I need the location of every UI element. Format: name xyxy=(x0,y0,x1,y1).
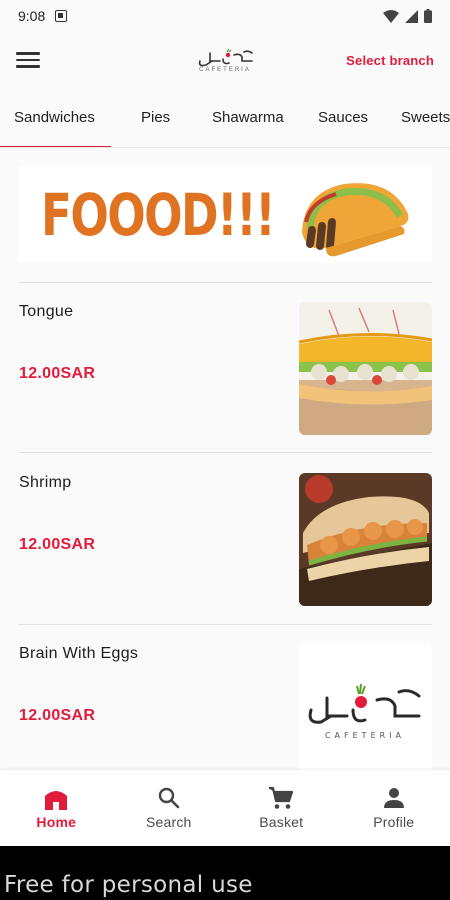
status-time: 9:08 xyxy=(18,8,46,24)
search-icon xyxy=(158,787,180,809)
notification-icon xyxy=(55,10,68,22)
brand-logo: CAFETERIA xyxy=(196,47,254,73)
tab-shawarma[interactable]: Shawarma xyxy=(212,88,284,147)
item-price: 12.00SAR xyxy=(19,536,96,553)
category-tabs: Sandwiches Pies Shawarma Sauces Sweets xyxy=(0,88,450,148)
nav-label: Basket xyxy=(259,814,304,830)
nav-label: Search xyxy=(145,814,192,830)
item-image: CAFETERIA xyxy=(299,644,432,770)
item-price: 12.00SAR xyxy=(19,365,96,382)
svg-text:CAFETERIA: CAFETERIA xyxy=(325,731,405,740)
banner-text: FOOOD!!! xyxy=(41,180,276,249)
person-icon xyxy=(383,788,404,808)
app-bar: CAFETERIA Select branch xyxy=(0,32,450,88)
nav-home[interactable]: Home xyxy=(0,770,113,846)
watermark-text: Free for personal use xyxy=(4,872,253,898)
shrimp-sandwich-image xyxy=(299,473,432,606)
item-image xyxy=(299,302,432,435)
item-name: Tongue xyxy=(19,303,74,320)
nav-search[interactable]: Search xyxy=(113,770,226,846)
wifi-icon xyxy=(383,9,399,23)
nav-profile[interactable]: Profile xyxy=(338,770,450,846)
menu-icon[interactable] xyxy=(16,48,40,72)
menu-item[interactable]: Tongue 12.00SAR xyxy=(19,282,432,452)
sandwich-image xyxy=(299,302,432,435)
tab-sandwiches[interactable]: Sandwiches xyxy=(0,88,111,147)
nav-label: Home xyxy=(36,814,77,830)
menu-item[interactable]: Shrimp 12.00SAR xyxy=(19,453,432,623)
menu-list: FOOOD!!! Tongue 12.00SAR Shrimp 12.00SAR… xyxy=(0,148,450,770)
menu-item[interactable]: Brain With Eggs 12.00SAR CAFETERIA xyxy=(19,624,432,770)
logo-subtitle: CAFETERIA xyxy=(199,67,251,73)
bottom-navigation: Home Search Basket Profile xyxy=(0,770,450,846)
status-icons xyxy=(383,9,432,23)
select-branch-button[interactable]: Select branch xyxy=(346,53,434,68)
logo-mark-icon xyxy=(198,48,253,67)
tab-sauces[interactable]: Sauces xyxy=(318,88,368,147)
tab-sweets[interactable]: Sweets xyxy=(401,88,450,147)
footer-bar: Free for personal use xyxy=(0,846,450,900)
nav-label: Profile xyxy=(373,814,415,830)
tab-pies[interactable]: Pies xyxy=(141,88,170,147)
taco-image xyxy=(302,183,409,257)
item-name: Brain With Eggs xyxy=(19,645,139,662)
cart-icon xyxy=(269,786,294,809)
signal-icon xyxy=(405,9,418,23)
item-image xyxy=(299,473,432,606)
promo-banner[interactable]: FOOOD!!! xyxy=(19,166,432,263)
item-name: Shrimp xyxy=(19,474,72,491)
battery-icon xyxy=(424,9,432,23)
item-price: 12.00SAR xyxy=(19,707,96,724)
nav-basket[interactable]: Basket xyxy=(225,770,338,846)
brand-logo-image: CAFETERIA xyxy=(299,644,432,770)
status-bar: 9:08 xyxy=(0,0,450,32)
home-icon xyxy=(45,791,68,810)
